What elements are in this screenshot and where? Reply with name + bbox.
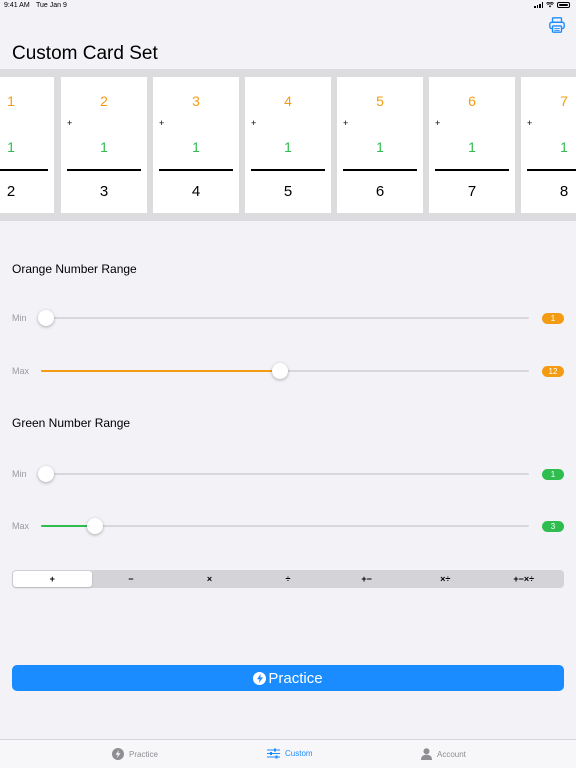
card-orange-number: 2 [100,93,108,109]
card-answer: 4 [191,183,201,200]
tab-label: Practice [129,749,158,759]
segment-option[interactable]: ÷ [249,571,328,587]
tab-account[interactable]: Account [421,748,466,760]
operation-segmented-control: + − × ÷ +− ×÷ +−×÷ [12,570,564,588]
status-bar: 9:41 AM Tue Jan 9 [0,0,576,12]
slider-knob[interactable] [38,310,54,326]
card-operator: + [343,118,349,128]
card-answer: 6 [375,183,385,200]
practice-button[interactable]: Practice [12,665,564,691]
tab-custom[interactable]: Custom [267,748,313,759]
card-operator: + [159,118,165,128]
slider-track[interactable] [38,310,529,326]
bolt-icon [112,748,124,760]
practice-button-label: Practice [268,669,323,687]
card-green-number: 1 [192,139,200,155]
card-answer: 7 [467,183,477,200]
battery-icon [557,2,570,8]
card-orange-number: 3 [192,93,200,109]
segment-option[interactable]: × [170,571,249,587]
card-operator: + [527,118,533,128]
card-answer: 2 [6,183,16,200]
orange-range-title: Orange Number Range [12,262,137,276]
card-answer: 8 [559,183,569,200]
card-divider [343,169,417,171]
green-max-slider: Max 3 [0,516,576,536]
slider-track[interactable] [41,518,529,534]
tab-bar: Practice Custom Account [0,739,576,768]
status-icons [534,2,570,8]
card-green-number: 1 [468,139,476,155]
page-title: Custom Card Set [12,43,158,64]
slider-max-label: Max [12,521,30,531]
card-green-number: 1 [284,139,292,155]
printer-icon[interactable] [548,16,566,34]
segment-option[interactable]: +− [327,571,406,587]
orange-max-slider: Max 12 [0,361,576,381]
slider-knob[interactable] [86,518,103,534]
card-green-number: 1 [560,139,568,155]
tab-practice[interactable]: Practice [112,748,158,760]
segment-option[interactable]: + [13,571,92,587]
slider-max-label: Max [12,366,30,376]
flash-card: 2 +1 3 [61,77,147,213]
status-date: Tue Jan 9 [36,2,67,9]
card-orange-number: 7 [560,93,568,109]
card-orange-number: 6 [468,93,476,109]
orange-max-badge: 12 [542,366,564,377]
orange-min-badge: 1 [542,313,564,324]
card-orange-number: 1 [7,93,15,109]
card-strip[interactable]: 1 1 2 2 +1 3 3 +1 4 4 +1 5 5 +1 6 6 +1 7 7 +1 8 [0,69,576,221]
flash-card: 1 1 2 [0,77,54,213]
card-green-number: 1 [376,139,384,155]
segment-option[interactable]: +−×÷ [484,571,563,587]
sliders-icon [267,748,280,759]
card-green-number: 1 [100,139,108,155]
status-time: 9:41 AM [4,2,30,9]
tab-label: Account [437,749,466,759]
card-operator: + [67,118,73,128]
card-divider [0,169,48,171]
green-min-slider: Min 1 [0,464,576,484]
slider-fill [41,525,90,527]
card-operator: + [435,118,441,128]
slider-fill [41,370,276,372]
wifi-icon [546,2,554,8]
slider-min-label: Min [12,313,27,323]
card-answer: 5 [283,183,293,200]
card-divider [159,169,233,171]
cellular-signal-icon [534,2,543,8]
flash-card: 6 +1 7 [429,77,515,213]
card-operator: + [251,118,257,128]
slider-track[interactable] [38,466,529,482]
card-orange-number: 4 [284,93,292,109]
flash-card: 5 +1 6 [337,77,423,213]
segment-option[interactable]: ×÷ [406,571,485,587]
person-icon [421,748,432,760]
green-range-title: Green Number Range [12,416,131,430]
green-min-badge: 1 [542,469,564,480]
card-divider [67,169,141,171]
card-divider [435,169,509,171]
card-divider [527,169,576,171]
slider-min-label: Min [12,469,27,479]
segment-option[interactable]: − [92,571,171,587]
flash-card: 7 +1 8 [521,77,576,213]
card-orange-number: 5 [376,93,384,109]
green-max-badge: 3 [542,521,564,532]
bolt-icon [253,671,267,685]
tab-label: Custom [285,749,313,758]
flash-card: 3 +1 4 [153,77,239,213]
card-divider [251,169,325,171]
slider-knob[interactable] [272,363,289,379]
card-green-number: 1 [7,139,15,155]
orange-min-slider: Min 1 [0,308,576,328]
slider-knob[interactable] [38,466,54,482]
card-answer: 3 [99,183,109,200]
flash-card: 4 +1 5 [245,77,331,213]
slider-track[interactable] [41,363,529,379]
